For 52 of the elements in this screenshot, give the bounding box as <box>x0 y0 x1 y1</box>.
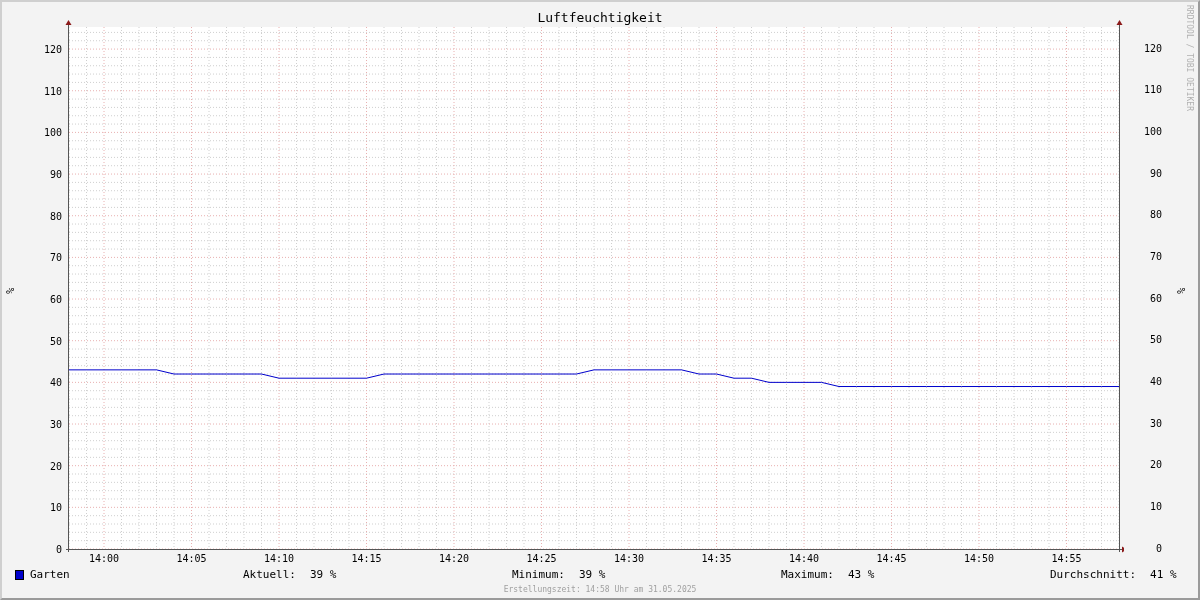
axis-label: 40 <box>1149 377 1162 388</box>
stat-value: 39 % <box>579 566 606 583</box>
axis-label: 50 <box>1149 335 1162 346</box>
axis-label: 90 <box>1149 168 1162 179</box>
axis-label: 120 <box>43 44 62 56</box>
stat-label: Maximum: <box>781 566 834 583</box>
chart-title: Luftfeuchtigkeit <box>537 10 663 25</box>
axis-label: 10 <box>1149 502 1162 513</box>
axis-label: 14:30 <box>613 553 645 564</box>
axis-label: 90 <box>49 169 62 181</box>
axis-label: 30 <box>49 419 62 430</box>
axis-label: 14:10 <box>263 553 295 564</box>
axis-label: 14:20 <box>438 553 470 564</box>
axis-label: 100 <box>43 127 62 139</box>
stat-value: 39 % <box>310 566 337 583</box>
axis-label: 60 <box>1149 293 1162 304</box>
axis-label: 30 <box>1149 418 1162 429</box>
axis-label: 70 <box>1149 252 1162 263</box>
stat-value: 43 % <box>848 566 875 583</box>
axis-label: 80 <box>1149 210 1162 221</box>
axis-label: 14:15 <box>351 553 382 564</box>
axis-label: 110 <box>43 85 62 97</box>
axis-label: 14:25 <box>526 553 557 564</box>
axis-label: 14:00 <box>88 553 120 564</box>
axis-label: 14:50 <box>963 553 995 564</box>
creation-time: Erstellungszeit: 14:58 Uhr am 31.05.2025 <box>503 586 697 594</box>
stat-label: Aktuell: <box>243 566 296 583</box>
axis-label: 40 <box>49 377 62 389</box>
credit-text: RRDTOOL / TOBI OETIKER <box>1185 5 1194 111</box>
stat-label: Durchschnitt: <box>1050 566 1137 583</box>
axis-label: 50 <box>49 335 62 347</box>
axis-label: 20 <box>49 460 62 472</box>
axis-label: 110 <box>1143 85 1162 96</box>
y-axis-title: % <box>5 287 16 294</box>
axis-label: 10 <box>49 502 62 514</box>
axis-label: 14:40 <box>788 553 820 564</box>
axis-label: 100 <box>1143 127 1162 138</box>
axis-label: 14:55 <box>1051 553 1082 564</box>
axis-label: 14:35 <box>701 553 732 564</box>
axis-label: 14:05 <box>176 553 207 564</box>
axis-label: 20 <box>1149 460 1162 471</box>
axis-label: 70 <box>49 252 62 264</box>
stat-value: 41 % <box>1150 566 1177 583</box>
stat-label: Minimum: <box>512 566 565 583</box>
axis-label: 60 <box>49 294 62 306</box>
axis-label: 80 <box>49 210 62 222</box>
legend-label: Garten <box>30 566 70 583</box>
axis-label: 0 <box>55 544 62 555</box>
axis-label: 0 <box>1155 543 1162 554</box>
y-axis-title: % <box>1176 287 1187 294</box>
axis-label: 14:45 <box>876 553 907 564</box>
axis-label: 120 <box>1143 43 1162 54</box>
